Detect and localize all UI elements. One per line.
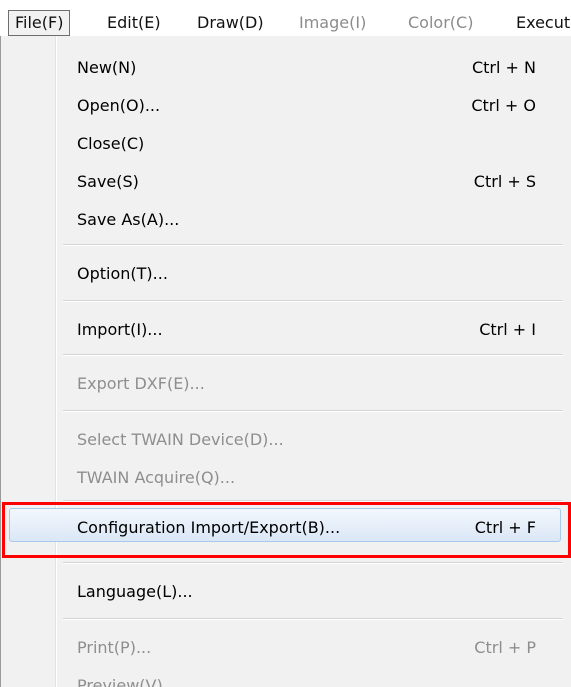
menu-item-label: Close(C) (77, 134, 145, 153)
menu-item-option[interactable]: Option(T)... (1, 256, 571, 292)
menu-image[interactable]: Image(I) (299, 10, 366, 36)
menu-execute[interactable]: Execut (516, 10, 570, 36)
menu-item-shortcut: Ctrl + P (474, 638, 536, 657)
menu-item-shortcut: Ctrl + N (471, 58, 536, 77)
menu-item-new[interactable]: New(N) Ctrl + N (1, 50, 571, 86)
menu-item-label: TWAIN Acquire(Q)... (77, 468, 236, 487)
highlight-callout-box (2, 502, 571, 558)
menu-item-twain-acquire[interactable]: TWAIN Acquire(Q)... (1, 460, 571, 496)
menu-separator (63, 500, 563, 502)
menu-separator (63, 562, 563, 564)
menu-file[interactable]: File(F) (8, 10, 71, 36)
menu-separator (63, 618, 563, 620)
menu-item-label: Language(L)... (77, 582, 193, 601)
menu-item-open[interactable]: Open(O)... Ctrl + O (1, 88, 571, 124)
menu-item-label: Import(I)... (77, 320, 163, 339)
menu-item-import[interactable]: Import(I)... Ctrl + I (1, 312, 571, 348)
menu-edit[interactable]: Edit(E) (107, 10, 161, 36)
menu-separator (63, 354, 563, 356)
menu-item-label: Open(O)... (77, 96, 161, 115)
menu-item-label: Select TWAIN Device(D)... (77, 430, 284, 449)
menu-item-shortcut: Ctrl + S (473, 172, 536, 191)
menu-item-export-dxf[interactable]: Export DXF(E)... (1, 366, 571, 402)
menu-separator (63, 300, 563, 302)
menu-item-print[interactable]: Print(P)... Ctrl + P (1, 630, 571, 666)
menu-item-save[interactable]: Save(S) Ctrl + S (1, 164, 571, 200)
menu-color[interactable]: Color(C) (408, 10, 473, 36)
file-menu-dropdown: New(N) Ctrl + N Open(O)... Ctrl + O Clos… (0, 36, 571, 687)
menu-item-select-twain-device[interactable]: Select TWAIN Device(D)... (1, 422, 571, 458)
menu-item-label: Option(T)... (77, 264, 168, 283)
menu-item-label: Save As(A)... (77, 210, 180, 229)
menu-item-label: Export DXF(E)... (77, 374, 205, 393)
menu-separator (63, 244, 563, 246)
menu-item-label: Save(S) (77, 172, 139, 191)
menu-item-label: Print(P)... (77, 638, 152, 657)
menu-bar: File(F) Edit(E) Draw(D) Image(I) Color(C… (0, 0, 571, 36)
menu-item-close[interactable]: Close(C) (1, 126, 571, 162)
menu-item-language[interactable]: Language(L)... (1, 574, 571, 610)
menu-item-preview[interactable]: Preview(V) (1, 668, 571, 687)
menu-item-shortcut: Ctrl + I (479, 320, 536, 339)
menu-item-save-as[interactable]: Save As(A)... (1, 202, 571, 238)
menu-item-shortcut: Ctrl + O (471, 96, 536, 115)
menu-item-label: New(N) (77, 58, 137, 77)
menu-draw[interactable]: Draw(D) (197, 10, 264, 36)
menu-separator (63, 410, 563, 412)
menu-item-label: Preview(V) (77, 676, 163, 687)
